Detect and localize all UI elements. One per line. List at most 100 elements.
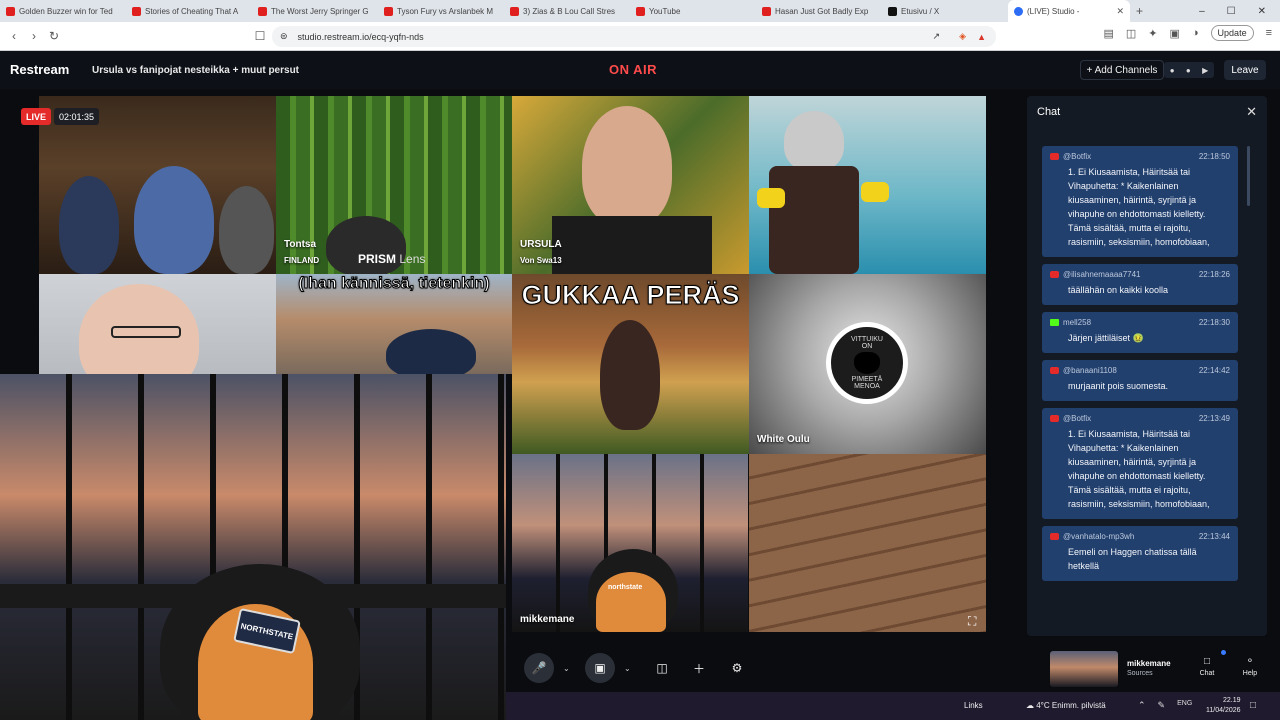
logo-text: MENOA [854,383,880,390]
armband [861,182,889,202]
chat-scrollbar[interactable] [1247,146,1250,206]
browser-tab[interactable]: (LIVE) Studio - ✕ [1008,0,1130,22]
video-tile-flowers[interactable]: GUKKAA PERÄS [512,274,749,454]
chat-message[interactable]: @banaani1108 22:14:42 murjaanit pois suome… [1042,360,1238,401]
youtube-icon [384,6,393,16]
notifications-icon[interactable]: □ [1250,700,1256,711]
video-tile-tontsa[interactable]: Tontsa FINLAND PRISM Lens [276,96,512,274]
close-icon[interactable]: ✕ [1246,104,1257,120]
minimize-icon[interactable]: – [1199,6,1205,17]
video-tile-ursula[interactable]: URSULA Von Swa13 [512,96,749,274]
bookmark-icon[interactable]: ☐ [250,29,270,43]
wallet-icon[interactable]: ▣ [1169,27,1179,40]
browser-tab[interactable]: 3) Zias & B Lou Call Stres [504,0,630,22]
sources-label[interactable]: Sources [1127,670,1153,677]
close-window-icon[interactable]: ✕ [1258,6,1266,17]
rewards-icon[interactable]: ▲ [977,32,986,42]
camera-options-icon[interactable]: ⌄ [624,664,631,673]
clock-date: 11/04/2026 [1206,707,1241,714]
menu-icon[interactable]: ≡ [1266,27,1272,39]
participant-sub: Von Swa13 [520,256,562,265]
close-tab-icon[interactable]: ✕ [1116,6,1124,17]
video-tile-street[interactable]: (Ihan kännissä, tietenkin) [276,274,512,374]
sidebar-icon[interactable]: ◫ [1126,27,1136,40]
chat-message[interactable]: @ilisahnemaaaa7741 22:18:26 täällähän on k… [1042,264,1238,305]
chat-message-header: @vanhatalo-mp3wh 22:13:44 [1050,532,1230,541]
new-tab-icon[interactable]: + [1136,4,1143,18]
mic-options-icon[interactable]: ⌄ [563,664,570,673]
address-bar[interactable]: ⊜ studio.restream.io/ecq-yqfn-nds ↗ ◈ ▲ [272,26,996,47]
chat-toggle-button[interactable]: □ Chat [1190,656,1224,677]
chat-message[interactable]: mell258 22:18:30 Järjen jättiläiset 🤢 [1042,312,1238,353]
youtube-icon [258,6,267,16]
tray-overflow-icon[interactable]: ⌃ [1138,700,1146,711]
restream-logo: Restream [10,62,70,77]
camera-button[interactable]: ▣ [585,653,615,683]
browser-tab[interactable]: YouTube [630,0,756,22]
forward-icon[interactable]: › [24,29,44,43]
share-icon[interactable]: ↗ [932,31,940,42]
video-tile-mikkemane[interactable]: northstate mikkemane [512,454,749,632]
site-settings-icon[interactable]: ⊜ [280,31,288,42]
participant-location: FINLAND [284,256,320,265]
chat-timestamp: 22:13:44 [1198,532,1230,541]
chat-message-text: Eemeli on Haggen chatissa tällä hetkellä [1068,547,1197,571]
maximize-icon[interactable]: ☐ [1227,6,1236,17]
video-tile-pool[interactable] [749,96,986,274]
add-channels-button[interactable]: + Add Channels [1080,60,1164,80]
participant-name: mikkemane [520,614,575,625]
browser-tab[interactable]: Stories of Cheating That A [126,0,252,22]
url-text: studio.restream.io/ecq-yqfn-nds [297,31,424,42]
browser-tab[interactable]: The Worst Jerry Springer G [252,0,378,22]
vpn-icon[interactable]: ◑ [1192,27,1199,39]
fullscreen-icon[interactable]: ⛶ [968,614,976,629]
reload-icon[interactable]: ↻ [44,29,64,43]
plus-icon: ＋ [692,661,705,676]
add-button[interactable]: ＋ [684,653,714,683]
chat-panel: Chat ✕ @Botfix 22:18:50 1. Ei Kiusaamista,… [1027,96,1267,636]
update-button[interactable]: Update [1210,25,1254,41]
kick-channel-icon: ● [1169,65,1175,75]
brave-shield-icon[interactable]: ◈ [959,31,966,42]
chat-timestamp: 22:13:49 [1198,414,1230,423]
participant-figure [582,106,672,226]
source-thumbnail[interactable] [1050,651,1118,687]
share-screen-button[interactable]: ◫ [647,653,677,683]
browser-tab[interactable]: Golden Buzzer win for Ted [0,0,126,22]
settings-button[interactable]: ⚙ [722,653,752,683]
video-tile-sauna[interactable] [749,454,986,632]
chat-message-header: @banaani1108 22:14:42 [1050,366,1230,375]
extensions-icon[interactable]: ✦ [1148,27,1157,40]
armband [757,188,785,208]
back-icon[interactable]: ‹ [4,29,24,43]
weather-widget[interactable]: ☁ 4°C Enimm. pilvistä [1026,701,1106,710]
chat-message-header: @Botfix 22:13:49 [1050,414,1230,423]
stream-title[interactable]: Ursula vs fanipojat nesteikka + muut per… [92,65,299,76]
microphone-icon: 🎤 [531,661,547,675]
links-toolbar[interactable]: Links [964,701,983,710]
microphone-button[interactable]: 🎤 [524,653,554,683]
browser-tab[interactable]: Tyson Fury vs Arslanbek M [378,0,504,22]
tab-label: Tyson Fury vs Arslanbek M [397,6,494,16]
video-tile-glasses[interactable] [39,274,276,374]
clock[interactable]: 22.19 11/04/2026 [1206,696,1241,716]
browser-urlbar: ‹ › ↻ ☐ ⊜ studio.restream.io/ecq-yqfn-nd… [0,22,1280,51]
reader-icon[interactable]: ▤ [1103,27,1113,40]
channel-icons[interactable]: ● ● ▶ [1164,62,1214,78]
chat-username: @vanhatalo-mp3wh [1063,532,1135,541]
restream-icon [1014,6,1023,16]
video-tile-main-host[interactable]: NORTHSTATE [0,374,506,720]
system-tray[interactable]: ⌃ ✎ ENG [1138,700,1192,711]
pen-icon[interactable]: ✎ [1158,700,1166,711]
leave-button[interactable]: Leave [1224,60,1266,80]
chat-messages[interactable]: @Botfix 22:18:50 1. Ei Kiusaamista, Häirit… [1042,146,1238,624]
tab-label: YouTube [649,6,681,16]
language-indicator[interactable]: ENG [1177,700,1192,711]
browser-tab[interactable]: Hasan Just Got Badly Exp [756,0,882,22]
youtube-icon [132,6,141,16]
chat-message[interactable]: @Botfix 22:13:49 1. Ei Kiusaamista, Häirit… [1042,408,1238,519]
browser-tab[interactable]: Etusivu / X [882,0,1008,22]
help-button[interactable]: ⚬ Help [1233,656,1267,677]
chat-message[interactable]: @vanhatalo-mp3wh 22:13:44 Eemeli on Haggen… [1042,526,1238,581]
chat-message[interactable]: @Botfix 22:18:50 1. Ei Kiusaamista, Häirit… [1042,146,1238,257]
